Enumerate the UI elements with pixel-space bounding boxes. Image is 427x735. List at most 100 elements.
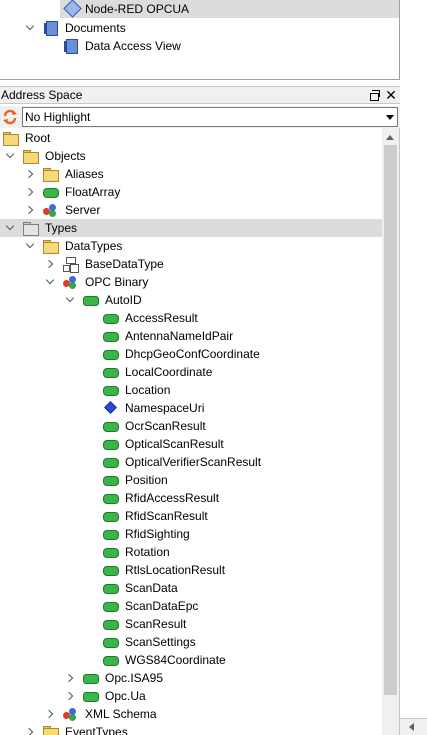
tree-item-label: Root (25, 131, 51, 145)
close-icon[interactable]: ✕ (384, 87, 398, 103)
tree-item[interactable]: RfidSighting (0, 525, 382, 543)
project-item-label: Documents (65, 21, 126, 35)
project-tree-panel: Node-RED OPCUA Documents Data Access Vie… (0, 0, 400, 80)
tree-item-label: AntennaNameIdPair (125, 329, 234, 343)
tree-item-label: ScanResult (125, 617, 187, 631)
chevron-right-icon[interactable] (64, 687, 76, 705)
chevron-down-icon[interactable] (4, 147, 16, 165)
tree-item[interactable]: ScanDataEpc (0, 597, 382, 615)
tree-item-label: BaseDataType (85, 257, 164, 271)
tree-item[interactable]: Location (0, 381, 382, 399)
tree-item[interactable]: Aliases (0, 165, 382, 183)
tree-item[interactable]: Position (0, 471, 382, 489)
tree-item[interactable]: XML Schema (0, 705, 382, 723)
address-space-header: Address Space ✕ (0, 86, 400, 104)
folder-icon (42, 238, 59, 254)
variable-icon (102, 346, 119, 362)
refresh-icon[interactable] (2, 109, 18, 125)
variable-icon (102, 598, 119, 614)
chevron-down-icon[interactable] (24, 237, 36, 255)
chevron-right-icon[interactable] (24, 165, 36, 183)
project-item-label: Node-RED OPCUA (85, 2, 190, 16)
tree-item[interactable]: RfidAccessResult (0, 489, 382, 507)
tree-item[interactable]: BaseDataType (0, 255, 382, 273)
tree-item[interactable]: ScanData (0, 579, 382, 597)
tree-item[interactable]: Objects (0, 147, 382, 165)
tree-item-label: Objects (45, 149, 86, 163)
chevron-right-icon[interactable] (24, 723, 36, 735)
tree-item[interactable]: Server (0, 201, 382, 219)
chevron-down-icon[interactable] (24, 19, 36, 37)
type-icon (42, 202, 58, 218)
variable-icon (102, 544, 119, 560)
tree-item-label: NamespaceUri (125, 401, 205, 415)
tree-item[interactable]: AntennaNameIdPair (0, 327, 382, 345)
tree-item[interactable]: WGS84Coordinate (0, 651, 382, 669)
variable-icon (102, 490, 119, 506)
tree-item[interactable]: LocalCoordinate (0, 363, 382, 381)
tree-item[interactable]: OcrScanResult (0, 417, 382, 435)
tree-item[interactable]: RtlsLocationResult (0, 561, 382, 579)
chevron-right-icon[interactable] (44, 705, 56, 723)
scroll-up-arrow-icon[interactable] (386, 135, 394, 140)
tree-item-label: Rotation (125, 545, 170, 559)
tree-item[interactable]: Types (0, 219, 382, 237)
tree-item-label: ScanDataEpc (125, 599, 199, 613)
tree-item-label: DataTypes (65, 239, 123, 253)
document-icon (62, 38, 78, 54)
tree-item[interactable]: AccessResult (0, 309, 382, 327)
highlight-select[interactable]: No Highlight (22, 107, 398, 127)
project-item-documents[interactable]: Documents (0, 19, 399, 37)
type-icon (62, 274, 78, 290)
project-item-data-access-view[interactable]: Data Access View (0, 37, 399, 55)
tree-item-label: RfidScanResult (125, 509, 208, 523)
tree-item-label: RfidAccessResult (125, 491, 220, 505)
tree-item[interactable]: DataTypes (0, 237, 382, 255)
tree-item-label: AccessResult (125, 311, 198, 325)
scrollbar-thumb[interactable] (384, 145, 397, 695)
tree-item[interactable]: Rotation (0, 543, 382, 561)
tree-item[interactable]: RfidScanResult (0, 507, 382, 525)
folder-icon (22, 220, 39, 236)
vertical-scrollbar[interactable] (382, 128, 399, 735)
tree-item-label: Location (125, 383, 171, 397)
tree-item[interactable]: ScanResult (0, 615, 382, 633)
chevron-down-icon[interactable] (44, 273, 56, 291)
tree-item[interactable]: OpticalVerifierScanResult (0, 453, 382, 471)
tree-item[interactable]: Opc.Ua (0, 687, 382, 705)
project-item-label: Data Access View (85, 39, 181, 53)
restore-window-icon[interactable] (367, 88, 381, 102)
horizontal-scrollbar[interactable] (400, 718, 427, 735)
chevron-down-icon[interactable] (64, 291, 76, 309)
base-type-icon (62, 256, 78, 272)
tree-item[interactable]: DhcpGeoConfCoordinate (0, 345, 382, 363)
tree-item[interactable]: Root (0, 129, 382, 147)
tree-item-label: WGS84Coordinate (125, 653, 226, 667)
tree-item[interactable]: AutoID (0, 291, 382, 309)
tree-item-label: OcrScanResult (125, 419, 206, 433)
chevron-right-icon[interactable] (44, 255, 56, 273)
variable-icon (102, 418, 119, 434)
tree-item-label: ScanData (125, 581, 178, 595)
tree-item[interactable]: OPC Binary (0, 273, 382, 291)
chevron-right-icon[interactable] (24, 183, 36, 201)
tree-item[interactable]: EventTypes (0, 723, 382, 735)
variable-icon (102, 562, 119, 578)
tree-item[interactable]: Opc.ISA95 (0, 669, 382, 687)
chevron-right-icon[interactable] (24, 201, 36, 219)
tree-item[interactable]: ScanSettings (0, 633, 382, 651)
project-item-node-red[interactable]: Node-RED OPCUA (60, 0, 399, 18)
folder-icon (42, 166, 59, 182)
tree-item-label: OPC Binary (85, 275, 149, 289)
chevron-down-icon[interactable] (4, 219, 16, 237)
tree-item-label: EventTypes (65, 725, 128, 735)
chevron-right-icon[interactable] (64, 669, 76, 687)
variable-icon (102, 634, 119, 650)
tree-item-label: Position (125, 473, 168, 487)
tree-item[interactable]: NamespaceUri (0, 399, 382, 417)
tree-item[interactable]: FloatArray (0, 183, 382, 201)
tree-item[interactable]: OpticalScanResult (0, 435, 382, 453)
address-space-tree: Root Objects Aliases FloatArray Server Types D… (0, 128, 400, 735)
right-side-strip (400, 0, 427, 735)
scroll-left-arrow-icon[interactable] (409, 723, 414, 731)
